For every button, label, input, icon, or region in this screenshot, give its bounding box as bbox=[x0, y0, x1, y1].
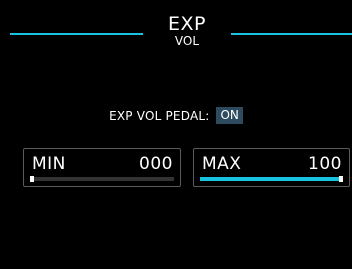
pedal-row: EXP VOL PEDAL: ON bbox=[0, 107, 352, 124]
header-line-left bbox=[10, 33, 143, 35]
min-value: 000 bbox=[139, 154, 173, 174]
min-slider-knob[interactable] bbox=[30, 176, 34, 182]
min-label: MIN bbox=[32, 154, 66, 174]
pedal-state-toggle[interactable]: ON bbox=[216, 107, 243, 124]
pedal-label: EXP VOL PEDAL: bbox=[109, 108, 210, 123]
min-parameter[interactable]: MIN 000 bbox=[23, 148, 181, 187]
max-label: MAX bbox=[202, 154, 242, 174]
page-title: EXP bbox=[168, 13, 206, 35]
max-slider-knob[interactable] bbox=[339, 176, 343, 182]
page-subtitle: VOL bbox=[174, 34, 200, 48]
max-parameter[interactable]: MAX 100 bbox=[193, 148, 350, 187]
max-value: 100 bbox=[308, 154, 342, 174]
max-slider-fill bbox=[200, 177, 343, 181]
header-line-right bbox=[231, 33, 352, 35]
min-slider[interactable] bbox=[30, 176, 174, 182]
header: EXP VOL bbox=[143, 14, 231, 48]
max-slider[interactable] bbox=[200, 176, 343, 182]
